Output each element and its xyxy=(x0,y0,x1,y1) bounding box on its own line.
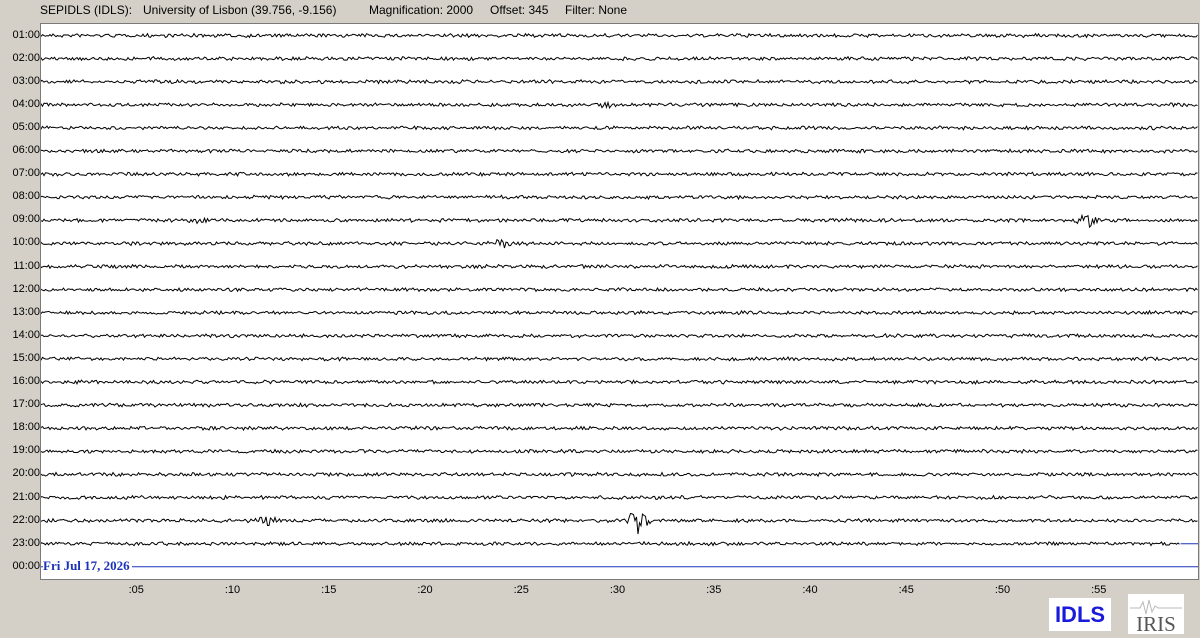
seismogram-trace xyxy=(41,263,1198,270)
minute-label: :50 xyxy=(994,584,1011,596)
seismogram-trace xyxy=(41,100,1198,110)
seismogram-trace xyxy=(41,78,1198,85)
station-code: SEPIDLS (IDLS): xyxy=(40,3,133,17)
seismogram-trace xyxy=(41,425,1198,432)
hour-label: 14:00 xyxy=(12,328,40,341)
minute-label: :35 xyxy=(706,584,722,596)
hour-label: 02:00 xyxy=(12,51,40,64)
seismogram-trace xyxy=(41,309,1198,316)
seismogram-traces xyxy=(41,32,1198,568)
seismogram-trace xyxy=(41,494,1198,501)
seismogram-trace xyxy=(41,238,1198,249)
hour-label: 07:00 xyxy=(12,167,40,180)
hour-label: 04:00 xyxy=(12,97,40,110)
seismogram-trace xyxy=(41,512,1198,535)
seismogram-trace xyxy=(41,448,1198,455)
seismogram-trace xyxy=(41,356,1198,362)
seismogram-trace xyxy=(41,125,1198,131)
seismogram-trace xyxy=(41,194,1198,201)
hour-label: 06:00 xyxy=(12,144,40,156)
hour-label: 11:00 xyxy=(13,259,40,272)
seismogram-trace xyxy=(41,332,1198,339)
seismogram-trace xyxy=(41,540,1180,547)
hour-label: 12:00 xyxy=(12,282,40,295)
filter-readout: Filter: None xyxy=(565,3,628,17)
minute-label: :10 xyxy=(224,584,241,596)
minute-label: :15 xyxy=(321,584,337,596)
hour-label: 21:00 xyxy=(12,490,40,503)
seismogram-trace xyxy=(41,213,1198,229)
minute-label: :25 xyxy=(513,584,529,596)
helicorder-plot xyxy=(40,23,1199,580)
seismogram-trace xyxy=(41,286,1198,293)
seismogram-trace xyxy=(41,148,1198,154)
date-label: Fri Jul 17, 2026 xyxy=(43,558,132,574)
minute-label: :45 xyxy=(898,584,914,596)
hour-label: 10:00 xyxy=(12,236,40,249)
station-header: SEPIDLS (IDLS): University of Lisbon (39… xyxy=(0,0,1200,22)
hour-label: 00:00 xyxy=(12,559,40,572)
hour-label: 09:00 xyxy=(12,213,40,226)
seismogram-trace xyxy=(41,171,1198,178)
seismogram-trace xyxy=(41,32,1198,39)
hour-label: 17:00 xyxy=(12,398,40,411)
hour-label: 23:00 xyxy=(12,536,40,549)
hour-label: 03:00 xyxy=(12,74,40,87)
hour-label: 05:00 xyxy=(12,120,40,133)
minute-label: :55 xyxy=(1091,584,1107,596)
minute-label: :40 xyxy=(802,584,818,596)
hour-label: 13:00 xyxy=(12,305,40,318)
hour-label: 22:00 xyxy=(12,513,40,526)
iris-logo-text: IRIS xyxy=(1136,612,1176,634)
magnification-readout: Magnification: 2000 xyxy=(369,3,474,17)
hour-label: 18:00 xyxy=(12,421,40,434)
minute-label: :05 xyxy=(128,584,144,596)
idls-logo: IDLS xyxy=(1049,598,1111,631)
seismogram-trace xyxy=(41,402,1198,408)
seismogram-trace xyxy=(41,55,1198,62)
offset-readout: Offset: 345 xyxy=(490,3,549,17)
hour-label: 15:00 xyxy=(12,351,40,364)
iris-logo: IRIS xyxy=(1128,594,1184,634)
hour-label: 01:00 xyxy=(12,28,40,41)
station-location: University of Lisbon (39.756, -9.156) xyxy=(143,3,337,17)
seismogram-trace xyxy=(41,471,1198,478)
hour-label: 16:00 xyxy=(12,375,40,387)
hour-label: 19:00 xyxy=(12,444,40,457)
hour-label: 08:00 xyxy=(12,190,40,203)
seismogram-trace xyxy=(41,379,1198,386)
hour-label: 20:00 xyxy=(12,467,40,480)
minute-label: :30 xyxy=(609,584,626,596)
minute-label: :20 xyxy=(417,584,433,596)
